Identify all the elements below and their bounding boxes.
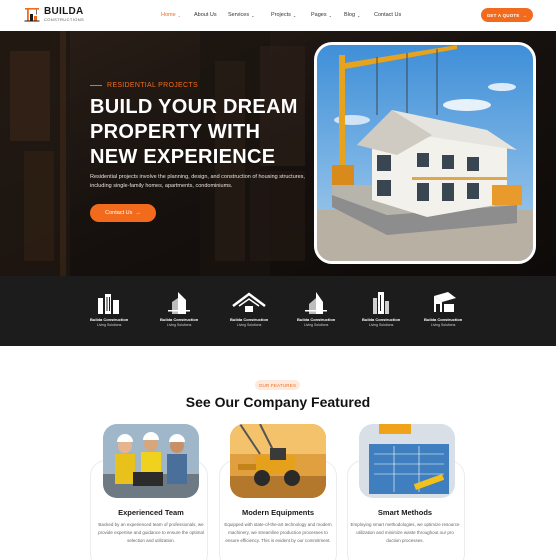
feature-card-title: Modern Equipments [241,508,315,517]
feature-card-text: Backed by an experienced team of profess… [98,522,204,543]
brand-logo: Builda Construction Living Solutions [230,292,268,327]
hero-tagline: RESIDENTIAL PROJECTS [90,82,198,89]
smart-methods-image [359,424,455,498]
experienced-team-image [103,424,199,498]
get-a-quote-button[interactable]: GET A QUOTE → [481,8,533,22]
brand-tagline: Living Solutions [236,323,262,327]
site-header: BUILDA CONSTRUCTIONS Home ⌄ About Us Serv… [0,0,556,31]
brand-tagline: Living Solutions [96,323,122,327]
nav-about-us-label: About Us [194,12,217,18]
brand-tagline: Living Solutions [303,323,329,327]
feature-card-title: Smart Methods [377,508,433,517]
tower-icon [305,292,328,314]
get-a-quote-label: GET A QUOTE [486,12,520,18]
logo[interactable]: BUILDA CONSTRUCTIONS [24,6,84,22]
hero-house-image [314,42,536,264]
brand-logos-strip: Builda Construction Living Solutions Bui… [0,276,556,346]
hero-section: RESIDENTIAL PROJECTS BUILD YOUR DREAM PR… [0,31,556,276]
tower-icon [168,292,191,314]
nav-home[interactable]: Home ⌄ [161,12,181,18]
chevron-down-icon: ⌄ [357,12,361,18]
chevron-down-icon: ⌄ [328,12,332,18]
chevron-down-icon: ⌄ [292,12,297,18]
brand-logo: Builda Construction Living Solutions [297,292,335,327]
hero-title-line: PROPERTY WITH [90,121,261,143]
brand-name: Builda Construction [160,317,199,322]
nav-contact-us[interactable]: Contact Us [374,12,401,18]
brand-name: Builda Construction [362,317,401,322]
arrow-right-icon: → [522,12,528,18]
feature-card-text: Equipped with state-of-the-art technolog… [224,522,332,543]
nav-pages[interactable]: Pages ⌄ [311,12,332,18]
nav-pages-label: Pages [311,12,327,18]
nav-projects-label: Projects [271,12,291,18]
logo-tagline: CONSTRUCTIONS [44,16,85,22]
hero-title-line: BUILD YOUR DREAM [90,96,298,118]
brand-name: Builda Construction [230,317,269,322]
tagline-divider [90,85,102,86]
chevron-down-icon: ⌄ [177,12,182,18]
contact-us-button[interactable]: Contact Us → [90,204,156,222]
brand-name: Builda Construction [90,317,129,322]
feature-card-title: Experienced Team [118,508,184,517]
hero-description: Residential projects involve the plannin… [90,174,305,189]
nav-services[interactable]: Services ⌄ [228,12,254,18]
brand-logo: Builda Construction Living Solutions [160,292,198,327]
feature-card-text: Employing smart methodologies, we optimi… [350,522,460,543]
features-badge: OUR FEATURES [255,380,300,390]
nav-contact-us-label: Contact Us [374,12,402,18]
features-section: OUR FEATURES See Our Company Featured Ex… [0,346,556,560]
brand-tagline: Living Solutions [368,323,394,327]
contact-us-label: Contact Us [105,210,133,216]
brand-name: Builda Construction [297,317,336,322]
nav-projects[interactable]: Projects ⌄ [271,12,296,18]
nav-about-us[interactable]: About Us [194,12,217,18]
hero-title-line: NEW EXPERIENCE [90,146,276,168]
house-roof-icon [231,292,267,314]
brand-name: Builda Construction [424,317,463,322]
chevron-down-icon: ⌄ [251,12,255,18]
crane-logo-icon [24,6,40,22]
skyscraper-icon [371,292,391,314]
house-roof-icon [428,292,458,314]
brand-logo: Builda Construction Living Solutions [424,292,462,327]
brand-tagline: Living Solutions [430,323,456,327]
nav-blog[interactable]: Blog ⌄ [344,12,360,18]
nav-services-label: Services [228,12,250,18]
brand-logo: Builda Construction Living Solutions [90,292,128,327]
hero-tagline-text: RESIDENTIAL PROJECTS [107,82,198,89]
brand-logo: Builda Construction Living Solutions [362,292,400,327]
arrow-right-icon: → [135,210,141,216]
hero-title: BUILD YOUR DREAM PROPERTY WITH NEW EXPER… [90,95,320,170]
nav-home-label: Home [161,12,176,18]
brand-tagline: Living Solutions [166,323,192,327]
modern-equipments-image [230,424,326,498]
buildings-icon [96,292,122,314]
features-title: See Our Company Featured [185,394,371,410]
nav-blog-label: Blog [344,12,356,18]
logo-name: BUILDA [44,5,84,17]
